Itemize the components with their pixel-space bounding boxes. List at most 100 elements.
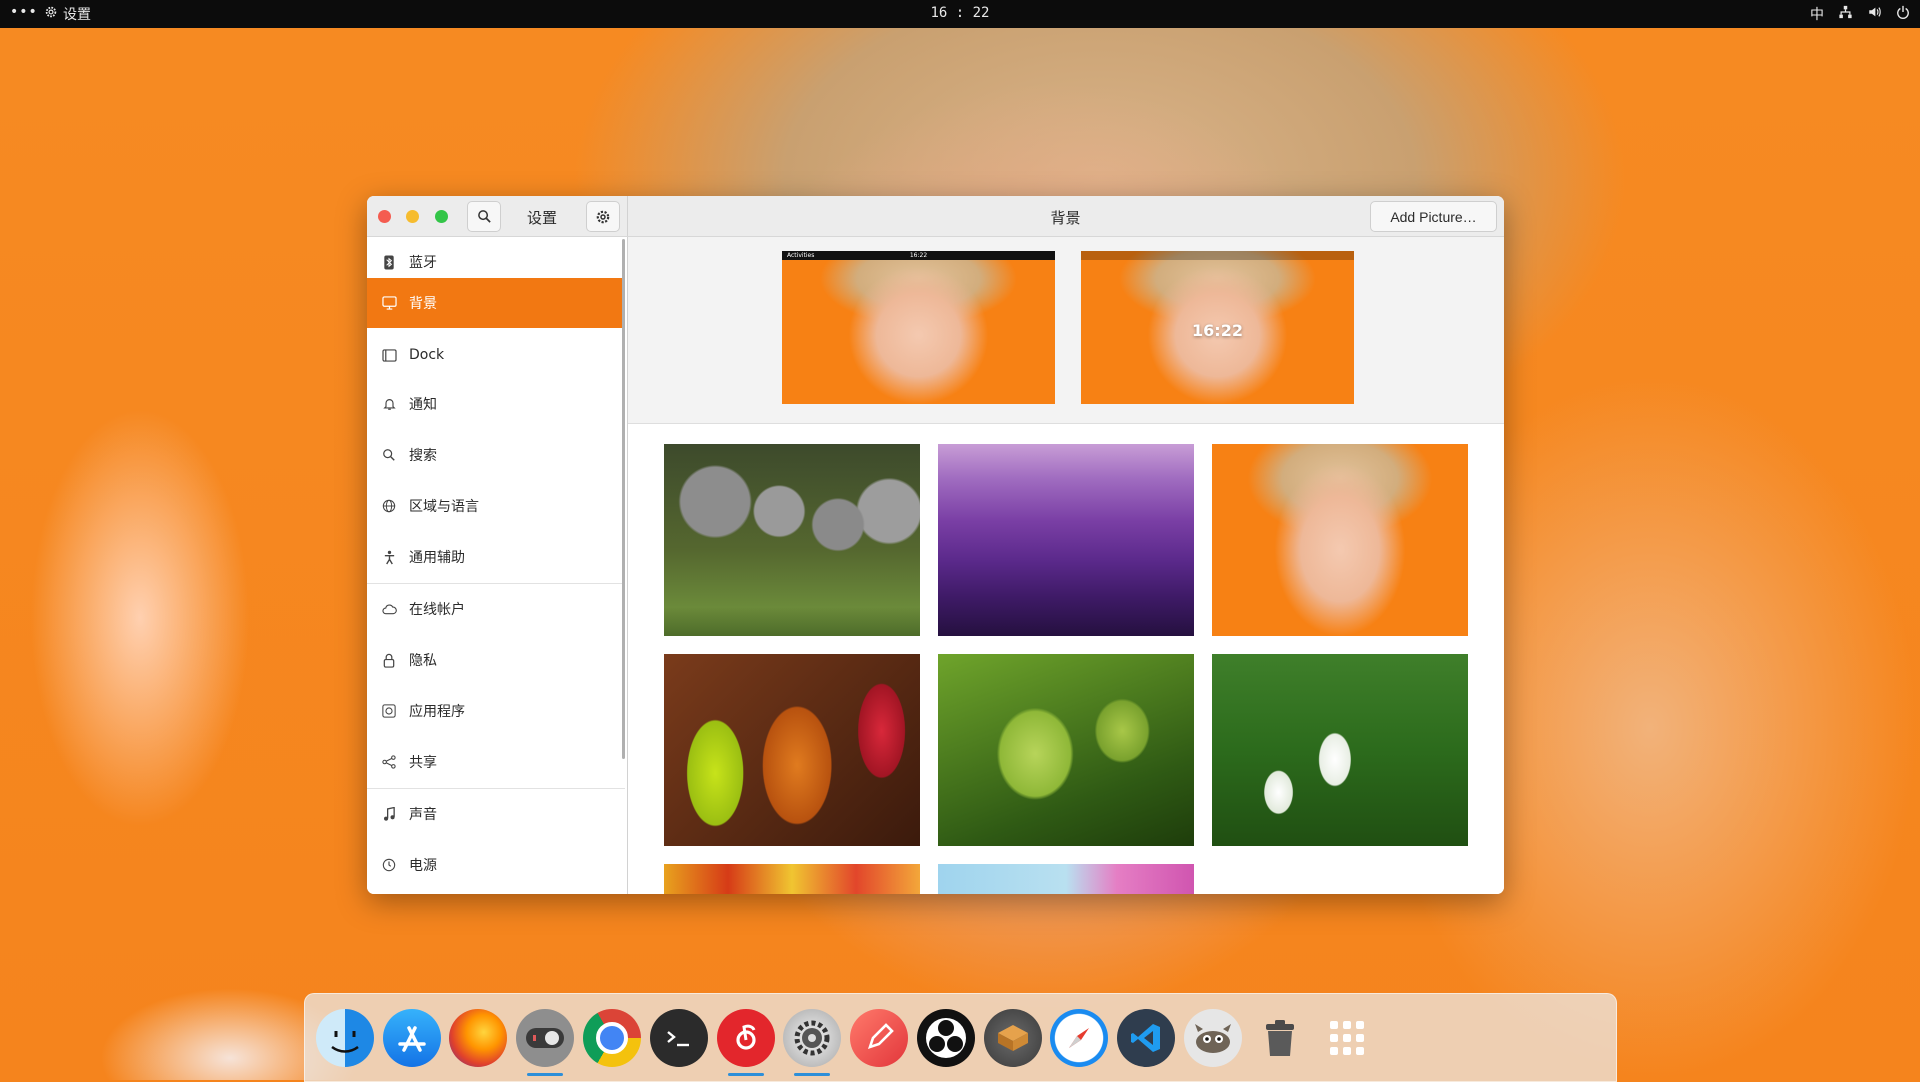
sidebar-item-sharing[interactable]: 共享 bbox=[367, 737, 625, 787]
wallpaper-thumbnail-purple-mountains[interactable] bbox=[938, 444, 1194, 636]
lock-screen-clock: 16:22 bbox=[1192, 321, 1243, 340]
terminal-icon bbox=[650, 1009, 708, 1067]
title-bar[interactable]: 设置 背景 Add Picture… bbox=[367, 196, 1504, 237]
search-icon bbox=[477, 210, 491, 223]
dock-item-chrome[interactable] bbox=[582, 1008, 642, 1068]
sidebar-item-label: 通用辅助 bbox=[409, 550, 465, 566]
dock-icon bbox=[381, 347, 397, 363]
maximize-button[interactable] bbox=[435, 210, 448, 223]
dock-item-settings[interactable] bbox=[782, 1008, 842, 1076]
dock-item-app-grid[interactable] bbox=[1317, 1008, 1377, 1068]
sidebar-item-notifications[interactable]: 通知 bbox=[367, 379, 625, 429]
lock-icon bbox=[381, 652, 397, 668]
wallpaper-thumbnail-portrait[interactable] bbox=[1212, 444, 1468, 636]
sidebar-item-power[interactable]: 电源 bbox=[367, 840, 625, 890]
menu-button[interactable] bbox=[586, 201, 620, 232]
dock-item-app-store[interactable] bbox=[382, 1008, 442, 1068]
system-tray[interactable]: 中 bbox=[1810, 4, 1910, 24]
sidebar-item-search[interactable]: 搜索 bbox=[367, 430, 625, 480]
wallpaper-blur bbox=[30, 408, 250, 828]
sidebar-item-label: 声音 bbox=[409, 807, 437, 823]
lock-screen-preview[interactable]: 16:22 bbox=[1081, 251, 1354, 404]
sidebar-item-privacy[interactable]: 隐私 bbox=[367, 635, 625, 685]
sidebar-item-accessibility[interactable]: 通用辅助 bbox=[367, 532, 625, 582]
dock-item-trash[interactable] bbox=[1250, 1008, 1310, 1068]
close-button[interactable] bbox=[378, 210, 391, 223]
sidebar-item-applications[interactable]: 应用程序 bbox=[367, 686, 625, 736]
sidebar-item-background[interactable]: 背景 bbox=[367, 278, 625, 328]
dock-item-netease-music[interactable] bbox=[716, 1008, 776, 1076]
minimize-button[interactable] bbox=[406, 210, 419, 223]
sidebar-item-region-language[interactable]: 区域与语言 bbox=[367, 481, 625, 531]
sidebar-item-label: 在线帐户 bbox=[409, 602, 465, 618]
dock-item-terminal[interactable] bbox=[649, 1008, 709, 1068]
volume-icon[interactable] bbox=[1867, 5, 1882, 23]
dock-item-gimp[interactable] bbox=[1183, 1008, 1243, 1068]
sidebar-item-label: 背景 bbox=[409, 296, 437, 312]
add-picture-button[interactable]: Add Picture… bbox=[1370, 201, 1497, 232]
desktop-background-preview[interactable]: Activities 16:22 bbox=[782, 251, 1055, 404]
globe-icon bbox=[381, 498, 397, 514]
netease-music-icon bbox=[717, 1009, 775, 1067]
vscode-icon bbox=[1117, 1009, 1175, 1067]
wallpaper-thumbnail-drinks[interactable] bbox=[664, 654, 920, 846]
dock bbox=[304, 993, 1617, 1082]
firefox-icon bbox=[449, 1009, 507, 1067]
chrome-icon bbox=[583, 1009, 641, 1067]
running-indicator bbox=[527, 1073, 563, 1076]
gear-icon bbox=[596, 210, 610, 223]
background-panel: Activities 16:22 16:22 bbox=[628, 237, 1504, 894]
bell-icon bbox=[381, 396, 397, 412]
power-icon bbox=[381, 857, 397, 873]
dock-item-tweaks[interactable] bbox=[515, 1008, 575, 1076]
wallpaper-thumbnail-koala[interactable] bbox=[664, 444, 920, 636]
wallpaper-thumbnail-pink-flower[interactable] bbox=[938, 864, 1194, 894]
settings-sidebar: 蓝牙 背景 Dock 通知 搜索 区域与语言 通用辅助 在线帐户 隐私 应用程序… bbox=[367, 237, 628, 894]
settings-icon bbox=[783, 1009, 841, 1067]
wallpaper-thumbnail-snowdrops[interactable] bbox=[1212, 654, 1468, 846]
sidebar-item-label: 区域与语言 bbox=[409, 499, 479, 515]
dock-item-vscode[interactable] bbox=[1116, 1008, 1176, 1068]
preview-top-bar bbox=[1081, 251, 1354, 260]
settings-window: 设置 背景 Add Picture… 蓝牙 背景 Dock 通知 搜索 区域与语… bbox=[367, 196, 1504, 894]
clock[interactable]: 16 : 22 bbox=[0, 5, 1920, 21]
sidebar-item-sound[interactable]: 声音 bbox=[367, 789, 625, 839]
preview-top-bar: Activities 16:22 bbox=[782, 251, 1055, 260]
sidebar-scrollbar[interactable] bbox=[622, 239, 625, 759]
sidebar-title: 设置 bbox=[527, 209, 558, 227]
sidebar-item-label: 隐私 bbox=[409, 653, 437, 669]
dock-item-firefox[interactable] bbox=[448, 1008, 508, 1068]
network-icon[interactable] bbox=[1838, 5, 1853, 23]
dock-item-finder[interactable] bbox=[315, 1008, 375, 1068]
sidebar-item-label: 应用程序 bbox=[409, 704, 465, 720]
dock-item-pencil[interactable] bbox=[849, 1008, 909, 1068]
accessibility-icon bbox=[381, 549, 397, 565]
running-indicator bbox=[794, 1073, 830, 1076]
finder-icon bbox=[316, 1009, 374, 1067]
search-button[interactable] bbox=[467, 201, 501, 232]
running-indicator bbox=[728, 1073, 764, 1076]
obs-icon bbox=[917, 1009, 975, 1067]
input-method-indicator[interactable]: 中 bbox=[1810, 4, 1824, 24]
power-icon[interactable] bbox=[1896, 5, 1910, 23]
sidebar-item-label: 通知 bbox=[409, 397, 437, 413]
pencil-icon bbox=[850, 1009, 908, 1067]
sidebar-item-label: 搜索 bbox=[409, 448, 437, 464]
wallpaper-thumbnail-grapes[interactable] bbox=[938, 654, 1194, 846]
compass-icon bbox=[1050, 1009, 1108, 1067]
package-icon bbox=[984, 1009, 1042, 1067]
sidebar-item-dock[interactable]: Dock bbox=[367, 330, 625, 380]
dock-item-safari[interactable] bbox=[1049, 1008, 1109, 1068]
top-panel: ••• 设置 16 : 22 中 bbox=[0, 0, 1920, 28]
bluetooth-icon bbox=[381, 254, 397, 270]
dock-item-package[interactable] bbox=[983, 1008, 1043, 1068]
sidebar-item-online-accounts[interactable]: 在线帐户 bbox=[367, 584, 625, 634]
wallpaper-thumbnail-candy[interactable] bbox=[664, 864, 920, 894]
apps-icon bbox=[381, 703, 397, 719]
preview-area: Activities 16:22 16:22 bbox=[628, 237, 1504, 424]
dock-item-obs[interactable] bbox=[916, 1008, 976, 1068]
sidebar-item-label: 共享 bbox=[409, 755, 437, 771]
monitor-icon bbox=[381, 295, 397, 311]
gimp-icon bbox=[1184, 1009, 1242, 1067]
music-note-icon bbox=[381, 806, 397, 822]
